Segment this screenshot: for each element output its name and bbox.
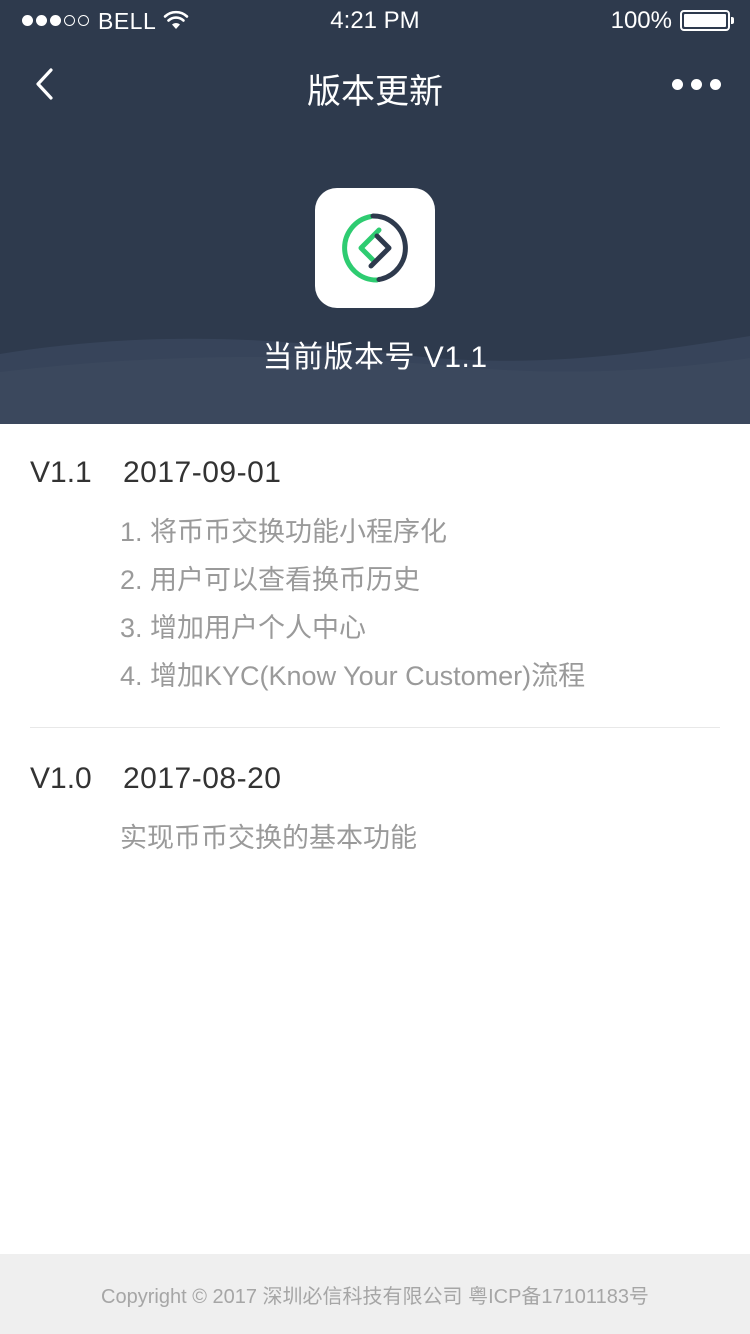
header: BELL 4:21 PM 100% 版本更新 当前版本号 V1.1 xyxy=(0,0,750,424)
release-notes: 1. 将币币交换功能小程序化 2. 用户可以查看换币历史 3. 增加用户个人中心… xyxy=(120,512,720,704)
footer: Copyright © 2017 深圳必信科技有限公司 粤ICP备1710118… xyxy=(0,1254,750,1334)
more-dot-icon xyxy=(671,78,683,90)
more-dot-icon xyxy=(709,78,721,90)
release-version: V1.0 xyxy=(30,762,92,795)
release-list: V1.1 2017-09-01 1. 将币币交换功能小程序化 2. 用户可以查看… xyxy=(30,424,720,866)
release-header: V1.1 2017-09-01 xyxy=(30,456,720,496)
release-notes: 实现币币交换的基本功能 xyxy=(120,818,720,866)
release-note: 实现币币交换的基本功能 xyxy=(120,823,417,853)
app-logo-icon xyxy=(342,213,408,283)
release-header: V1.0 2017-08-20 xyxy=(30,762,720,802)
release-item: V1.1 2017-09-01 1. 将币币交换功能小程序化 2. 用户可以查看… xyxy=(30,424,720,728)
more-dot-icon xyxy=(690,78,702,90)
release-note: 2. 用户可以查看换币历史 xyxy=(120,565,421,595)
release-date: 2017-08-20 xyxy=(123,762,282,795)
release-note: 4. 增加KYC(Know Your Customer)流程 xyxy=(120,661,586,691)
release-item: V1.0 2017-08-20 实现币币交换的基本功能 xyxy=(30,728,720,866)
battery-percentage: 100% xyxy=(610,7,672,34)
release-note: 1. 将币币交换功能小程序化 xyxy=(120,517,448,547)
release-date: 2017-09-01 xyxy=(123,456,282,489)
battery-icon xyxy=(680,10,734,31)
copyright-text: Copyright © 2017 深圳必信科技有限公司 粤ICP备1710118… xyxy=(101,1285,649,1308)
app-logo xyxy=(315,188,435,308)
release-note: 3. 增加用户个人中心 xyxy=(120,613,367,643)
release-version: V1.1 xyxy=(30,456,92,489)
current-version-label: 当前版本号 V1.1 xyxy=(262,341,488,374)
page-title: 版本更新 xyxy=(307,73,443,111)
more-button[interactable] xyxy=(666,70,726,98)
status-bar: BELL 4:21 PM 100% xyxy=(0,0,750,40)
